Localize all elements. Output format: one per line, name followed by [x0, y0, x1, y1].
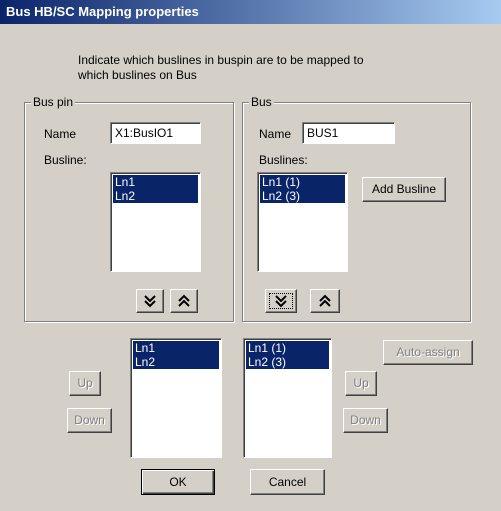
ok-button[interactable]: OK	[141, 469, 215, 495]
list-item[interactable]: Ln2	[133, 355, 219, 369]
bus-pin-name-label: Name	[44, 127, 77, 141]
left-up-button[interactable]: Up	[69, 371, 101, 396]
double-chevron-up-icon	[319, 294, 331, 307]
bus-pin-move-down-button[interactable]	[136, 289, 164, 313]
list-item[interactable]: Ln2	[113, 189, 198, 203]
bus-pin-group-label: Bus pin	[31, 95, 76, 109]
bus-move-up-button[interactable]	[310, 289, 340, 313]
bus-move-down-button[interactable]	[265, 289, 297, 313]
list-item[interactable]: Ln1 (1)	[246, 341, 329, 355]
bus-name-field[interactable]	[302, 122, 395, 144]
bus-group-label: Bus	[249, 95, 274, 109]
bus-pin-move-up-button[interactable]	[170, 289, 198, 313]
mapping-right-list[interactable]: Ln1 (1) Ln2 (3)	[243, 338, 332, 458]
bus-buslines-list[interactable]: Ln1 (1) Ln2 (3)	[257, 172, 348, 272]
title-bar: Bus HB/SC Mapping properties	[0, 0, 501, 24]
auto-assign-button[interactable]: Auto-assign	[383, 340, 473, 365]
list-item[interactable]: Ln1 (1)	[260, 175, 345, 189]
right-down-button[interactable]: Down	[343, 408, 388, 433]
busline-label: Busline:	[44, 153, 87, 167]
bus-pin-busline-list[interactable]: Ln1 Ln2	[110, 172, 201, 272]
right-up-button[interactable]: Up	[345, 371, 377, 396]
list-item[interactable]: Ln1	[133, 341, 219, 355]
double-chevron-down-icon	[275, 295, 287, 308]
double-chevron-down-icon	[144, 295, 156, 308]
window-title: Bus HB/SC Mapping properties	[6, 4, 199, 19]
list-item[interactable]: Ln1	[113, 175, 198, 189]
bus-pin-name-field[interactable]	[110, 122, 201, 144]
instruction-line-1: Indicate which buslines in buspin are to…	[78, 53, 364, 67]
mapping-dialog: Bus HB/SC Mapping properties Indicate wh…	[0, 0, 501, 511]
cancel-button[interactable]: Cancel	[250, 469, 325, 495]
instruction-line-2: which buslines on Bus	[78, 68, 197, 82]
bus-name-label: Name	[259, 127, 292, 141]
left-down-button[interactable]: Down	[67, 408, 112, 433]
double-chevron-up-icon	[178, 294, 190, 307]
mapping-left-list[interactable]: Ln1 Ln2	[130, 338, 222, 458]
list-item[interactable]: Ln2 (3)	[246, 355, 329, 369]
add-busline-button[interactable]: Add Busline	[362, 177, 446, 202]
list-item[interactable]: Ln2 (3)	[260, 189, 345, 203]
buslines-label: Buslines:	[259, 153, 308, 167]
